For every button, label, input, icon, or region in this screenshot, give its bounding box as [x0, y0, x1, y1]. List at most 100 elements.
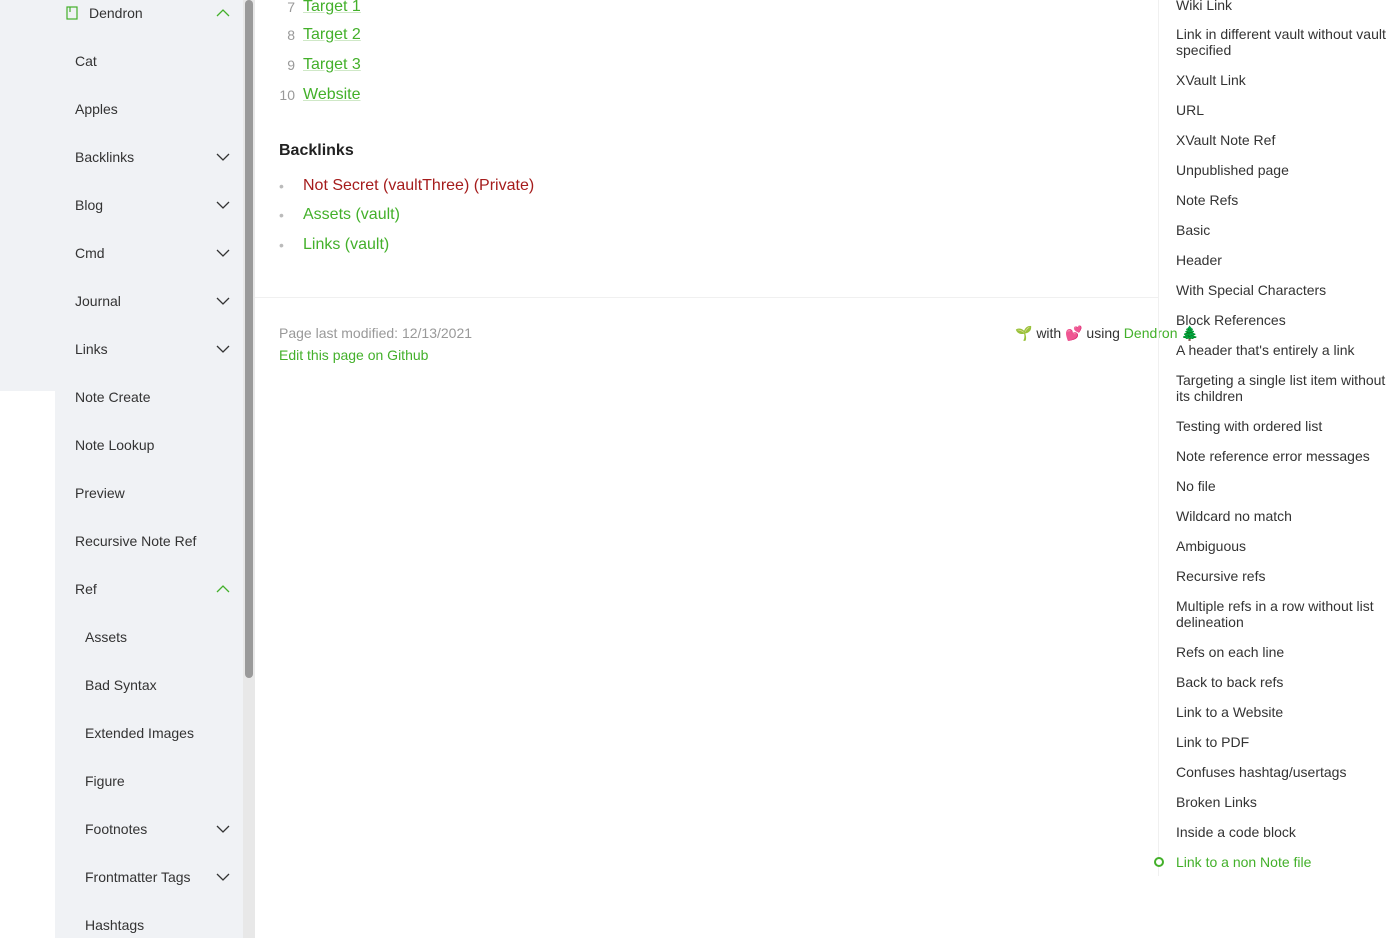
backlink-assets[interactable]: Assets (vault) — [303, 206, 400, 224]
sidebar-item-cat[interactable]: Cat — [75, 37, 230, 85]
made-with-prefix: 🌱 with 💕 using — [1015, 325, 1124, 341]
book-icon — [65, 6, 79, 20]
toc-item[interactable]: No file — [1176, 478, 1398, 494]
sidebar-item-dendron[interactable]: Dendron — [65, 0, 230, 37]
list-number: 7 — [287, 0, 295, 15]
sidebar-item-label: Bad Syntax — [85, 677, 157, 693]
sidebar-item-label: Recursive Note Ref — [75, 533, 197, 549]
toc-item[interactable]: Link to a Website — [1176, 704, 1398, 720]
toc-item[interactable]: Confuses hashtag/usertags — [1176, 764, 1398, 780]
toc-item[interactable]: Back to back refs — [1176, 674, 1398, 690]
chevron-down-icon[interactable] — [216, 150, 230, 164]
toc-item[interactable]: Refs on each line — [1176, 644, 1398, 660]
target-2-link[interactable]: Target 2 — [303, 26, 361, 44]
chevron-up-icon[interactable] — [216, 6, 230, 20]
sidebar-item-label: Cat — [75, 53, 97, 69]
chevron-down-icon[interactable] — [216, 870, 230, 884]
last-modified: Page last modified: 12/13/2021 — [279, 325, 473, 341]
chevron-down-icon[interactable] — [216, 246, 230, 260]
backlink-not-secret[interactable]: Not Secret (vaultThree) (Private) — [303, 177, 534, 195]
toc-item[interactable]: Note Refs — [1176, 192, 1398, 208]
sidebar-item-label: Dendron — [89, 5, 143, 21]
toc-item[interactable]: Wildcard no match — [1176, 508, 1398, 524]
sidebar-subitem-hashtags[interactable]: Hashtags — [85, 901, 230, 949]
target-1-link[interactable]: Target 1 — [303, 0, 361, 16]
backlink-item: • Not Secret (vaultThree) (Private) — [279, 174, 534, 198]
sidebar-item-preview[interactable]: Preview — [75, 469, 230, 517]
toc-item[interactable]: Ambiguous — [1176, 538, 1398, 554]
toc-item[interactable]: XVault Link — [1176, 72, 1398, 88]
backlink-links[interactable]: Links (vault) — [303, 236, 389, 254]
toc-item[interactable]: Header — [1176, 252, 1398, 268]
sidebar-item-backlinks[interactable]: Backlinks — [75, 133, 230, 181]
toc-item[interactable]: Link in different vault without vault sp… — [1176, 26, 1398, 58]
sidebar-scrollbar-thumb[interactable] — [245, 0, 253, 678]
bullet: • — [279, 178, 284, 194]
toc-item[interactable]: Unpublished page — [1176, 162, 1398, 178]
toc-item[interactable]: URL — [1176, 102, 1398, 118]
toc-item[interactable]: XVault Note Ref — [1176, 132, 1398, 148]
sidebar-item-label: Cmd — [75, 245, 105, 261]
sidebar-subitem-footnotes[interactable]: Footnotes — [85, 805, 230, 853]
sidebar-item-label: Preview — [75, 485, 125, 501]
sidebar-item-links[interactable]: Links — [75, 325, 230, 373]
sidebar-item-note-lookup[interactable]: Note Lookup — [75, 421, 230, 469]
sidebar-item-cmd[interactable]: Cmd — [75, 229, 230, 277]
main-content: 7 Target 1 8 Target 2 9 Target 3 10 Webs… — [255, 0, 1199, 938]
sidebar-subitem-assets[interactable]: Assets — [85, 613, 230, 661]
toc-item[interactable]: Broken Links — [1176, 794, 1398, 810]
sidebar-subitem-figure[interactable]: Figure — [85, 757, 230, 805]
sidebar-subitem-frontmatter-tags[interactable]: Frontmatter Tags — [85, 853, 230, 901]
sidebar-item-apples[interactable]: Apples — [75, 85, 230, 133]
sidebar-item-note-create[interactable]: Note Create — [75, 373, 230, 421]
toc-item[interactable]: Inside a code block — [1176, 824, 1398, 840]
toc-item[interactable]: Basic — [1176, 222, 1398, 238]
backlink-item: • Links (vault) — [279, 233, 389, 257]
backlinks-heading: Backlinks — [279, 142, 354, 159]
edit-on-github-link[interactable]: Edit this page on Github — [279, 347, 428, 363]
sidebar-item-label: Hashtags — [85, 917, 145, 933]
sidebar-item-journal[interactable]: Journal — [75, 277, 230, 325]
sidebar-item-label: Note Create — [75, 389, 151, 405]
target-3-link[interactable]: Target 3 — [303, 56, 361, 74]
sidebar-item-label: Footnotes — [85, 821, 148, 837]
sidebar-item-label: Assets — [85, 629, 128, 645]
chevron-down-icon[interactable] — [216, 198, 230, 212]
sidebar-item-label: Backlinks — [75, 149, 135, 165]
toc-item[interactable]: With Special Characters — [1176, 282, 1398, 298]
toc-item[interactable]: Recursive refs — [1176, 568, 1398, 584]
toc-item[interactable]: Note reference error messages — [1176, 448, 1398, 464]
list-number: 10 — [279, 87, 295, 103]
toc-item[interactable]: Block References — [1176, 312, 1398, 328]
table-of-contents: Wiki Link Link in different vault withou… — [1158, 0, 1398, 938]
sidebar-item-label: Links — [75, 341, 108, 357]
toc-item[interactable]: A header that's entirely a link — [1176, 342, 1398, 358]
footer-divider — [255, 297, 1158, 298]
toc-item[interactable]: Multiple refs in a row without list deli… — [1176, 598, 1398, 630]
list-number: 9 — [287, 57, 295, 73]
toc-item[interactable]: Wiki Link — [1176, 0, 1398, 13]
chevron-up-icon[interactable] — [216, 582, 230, 596]
backlink-item: • Assets (vault) — [279, 203, 400, 227]
sidebar-item-label: Figure — [85, 773, 125, 789]
sidebar-item-blog[interactable]: Blog — [75, 181, 230, 229]
chevron-down-icon[interactable] — [216, 294, 230, 308]
list-number: 8 — [287, 27, 295, 43]
sidebar-item-label: Blog — [75, 197, 104, 213]
sidebar-item-ref[interactable]: Ref — [75, 565, 230, 613]
chevron-down-icon[interactable] — [216, 342, 230, 356]
sidebar-item-recursive-note-ref[interactable]: Recursive Note Ref — [75, 517, 230, 565]
sidebar-subitem-extended-images[interactable]: Extended Images — [85, 709, 230, 757]
sidebar-subitem-bad-syntax[interactable]: Bad Syntax — [85, 661, 230, 709]
bullet: • — [279, 237, 284, 253]
sidebar-nav: Dendron Cat Apples Backlinks Blog Cmd Jo… — [0, 0, 243, 938]
toc-item[interactable]: Testing with ordered list — [1176, 418, 1398, 434]
chevron-down-icon[interactable] — [216, 822, 230, 836]
sidebar-item-label: Note Lookup — [75, 437, 155, 453]
toc-item-active[interactable]: Link to a non Note file — [1176, 854, 1398, 870]
toc-item[interactable]: Targeting a single list item without its… — [1176, 372, 1398, 404]
toc-item[interactable]: Link to PDF — [1176, 734, 1398, 750]
website-link[interactable]: Website — [303, 86, 361, 104]
bullet: • — [279, 207, 284, 223]
sidebar-item-label: Extended Images — [85, 725, 194, 741]
